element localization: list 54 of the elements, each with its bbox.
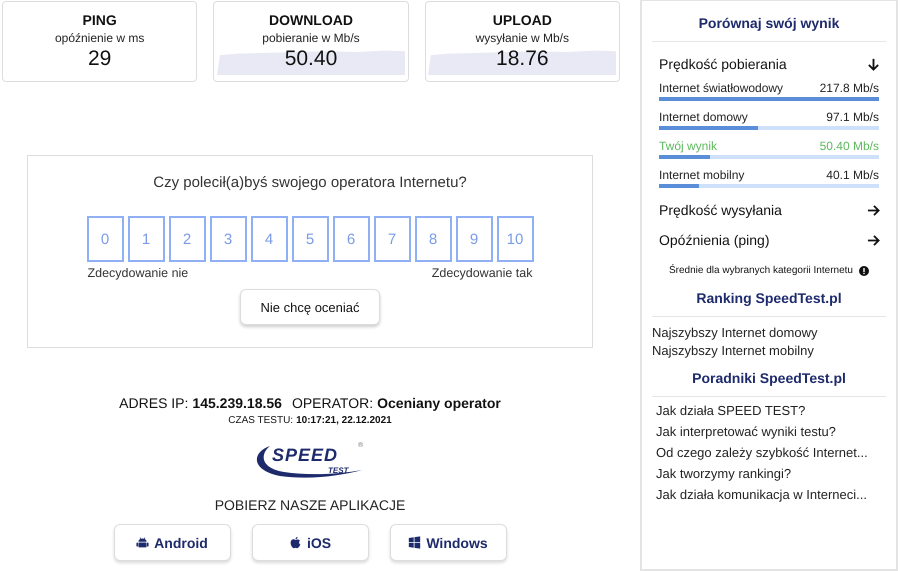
test-time-label: CZAS TESTU: — [228, 415, 294, 426]
comparison-section-toggle[interactable]: Opóźnienia (ping) — [652, 232, 886, 248]
metric-title: UPLOAD — [492, 12, 552, 28]
arrow-right-icon — [867, 204, 880, 216]
windows-icon — [408, 536, 422, 549]
ranking-link[interactable]: Najszybszy Internet domowy — [652, 325, 886, 340]
category-name: Internet światłowodowy — [659, 81, 784, 95]
guide-link[interactable]: Jak działa komunikacja w Interneci... — [652, 487, 886, 502]
category-name: Twój wynik — [659, 139, 718, 153]
logo-subtitle: TEST — [328, 466, 348, 475]
windows-app-button[interactable]: Windows — [390, 524, 506, 561]
metric-value: 50.40 — [284, 47, 338, 71]
category-name: Internet domowy — [659, 110, 748, 124]
metric-unit: opóźnienie w ms — [54, 31, 144, 45]
scale-low-label: Zdecydowanie nie — [88, 266, 188, 280]
apple-icon — [288, 536, 302, 549]
comparison-section-toggle[interactable]: Prędkość pobierania — [652, 56, 886, 72]
metric-value: 29 — [88, 47, 112, 71]
guide-link[interactable]: Od czego zależy szybkość Internet... — [652, 445, 886, 460]
comparison-section-toggle[interactable]: Prędkość wysyłania — [652, 202, 886, 218]
apps-heading: POBIERZ NASZE APLIKACJE — [214, 497, 406, 513]
operator-label: OPERATOR: — [292, 395, 374, 411]
averages-note: Średnie dla wybranych kategorii Internetu — [669, 265, 853, 276]
operator-name: Oceniany operator — [377, 395, 501, 411]
guide-link[interactable]: Jak interpretować wyniki testu? — [652, 424, 886, 439]
android-icon — [136, 536, 150, 549]
category-speed: 50.40 Mb/s — [820, 139, 879, 153]
metric-unit: wysyłanie w Mb/s — [476, 31, 569, 45]
guides-heading: Poradniki SpeedTest.pl — [692, 370, 846, 386]
arrow-right-icon — [867, 234, 880, 246]
arrow-down-icon — [867, 58, 880, 70]
scale-high-label: Zdecydowanie tak — [432, 266, 532, 280]
category-speed: 217.8 Mb/s — [820, 81, 879, 95]
category-speed: 97.1 Mb/s — [826, 110, 879, 124]
android-app-button[interactable]: Android — [114, 524, 230, 561]
metric-title: PING — [82, 12, 117, 28]
survey-question: Czy polecił(a)byś swojego operatora Internetu? — [153, 174, 467, 191]
ip-label: ADRES IP: — [119, 395, 188, 411]
category-speed: 40.1 Mb/s — [826, 168, 879, 182]
logo-wordmark: SPEED — [272, 445, 338, 466]
apple-app-button[interactable]: iOS — [252, 524, 368, 561]
info-icon — [859, 266, 869, 276]
ranking-link[interactable]: Najszybszy Internet mobilny — [652, 343, 886, 358]
skip-rating-button[interactable]: Nie chcę oceniać — [240, 289, 380, 325]
metric-unit: pobieranie w Mb/s — [262, 31, 360, 45]
sidebar-heading: Porównaj swój wynik — [698, 15, 840, 31]
category-name: Internet mobilny — [659, 168, 744, 182]
guide-link[interactable]: Jak tworzymy rankingi? — [652, 466, 886, 481]
ranking-heading: Ranking SpeedTest.pl — [696, 290, 842, 306]
test-time: 10:17:21, 22.12.2021 — [296, 415, 392, 426]
guide-link[interactable]: Jak działa SPEED TEST? — [652, 403, 886, 418]
metric-value: 18.76 — [496, 47, 549, 71]
ip-address: 145.239.18.56 — [192, 395, 282, 411]
metric-title: DOWNLOAD — [268, 12, 353, 28]
